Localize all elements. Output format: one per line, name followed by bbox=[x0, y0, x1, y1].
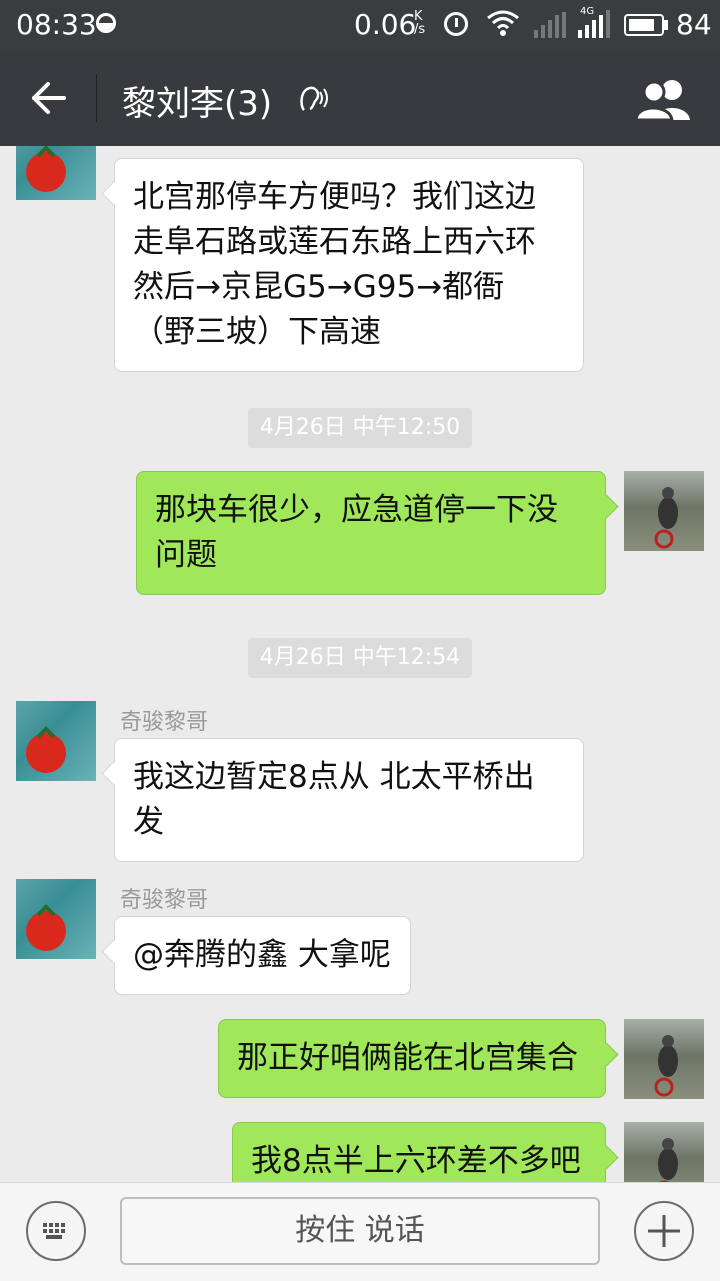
sender-name: 奇骏黎哥 bbox=[120, 710, 209, 735]
alarm-icon bbox=[444, 12, 468, 36]
status-bar: 08:33 0.06 K/s 4G 84 bbox=[0, 0, 720, 50]
network-speed: 0.06 bbox=[354, 8, 417, 41]
header-divider bbox=[96, 74, 97, 122]
chat-title: 黎刘李(3) bbox=[122, 84, 273, 124]
timestamp: 4月26日 中午12:54 bbox=[248, 638, 472, 678]
arrow-left-icon[interactable] bbox=[28, 80, 68, 116]
sender-name: 奇骏黎哥 bbox=[120, 888, 209, 913]
message-bubble[interactable]: 我8点半上六环差不多吧 bbox=[232, 1122, 606, 1182]
status-time: 08:33 bbox=[16, 8, 97, 41]
message-bubble[interactable]: 那正好咱俩能在北宫集合 bbox=[218, 1019, 606, 1098]
do-not-disturb-icon bbox=[96, 13, 116, 33]
plus-icon[interactable] bbox=[634, 1201, 694, 1261]
earpiece-mode-icon bbox=[300, 86, 328, 111]
hold-to-talk-button[interactable]: 按住 说话 bbox=[120, 1197, 600, 1265]
group-members-icon[interactable] bbox=[636, 78, 692, 120]
avatar[interactable] bbox=[624, 1019, 704, 1099]
chat-message-list[interactable]: 北宫那停车方便吗？我们这边走阜石路或莲石东路上西六环然后→京昆G5→G95→都衙… bbox=[0, 146, 720, 1182]
input-bar: 按住 说话 bbox=[0, 1182, 720, 1281]
message-bubble[interactable]: @奔腾的鑫 大拿呢 bbox=[114, 916, 411, 995]
battery-level: 84 bbox=[676, 8, 712, 41]
keyboard-icon[interactable] bbox=[26, 1201, 86, 1261]
message-bubble[interactable]: 我这边暂定8点从 北太平桥出发 bbox=[114, 738, 584, 862]
timestamp: 4月26日 中午12:50 bbox=[248, 408, 472, 448]
message-bubble[interactable]: 那块车很少，应急道停一下没问题 bbox=[136, 471, 606, 595]
avatar[interactable] bbox=[16, 879, 96, 959]
avatar[interactable] bbox=[16, 701, 96, 781]
chat-header: 黎刘李(3) bbox=[0, 50, 720, 146]
signal-sim1-icon bbox=[534, 12, 566, 38]
signal-sim2-icon bbox=[578, 10, 610, 38]
wifi-icon bbox=[487, 10, 519, 36]
avatar[interactable] bbox=[624, 471, 704, 551]
battery-icon bbox=[624, 14, 664, 36]
avatar[interactable] bbox=[16, 146, 96, 200]
message-bubble[interactable]: 北宫那停车方便吗？我们这边走阜石路或莲石东路上西六环然后→京昆G5→G95→都衙… bbox=[114, 158, 584, 372]
network-speed-unit: K/s bbox=[414, 9, 426, 37]
avatar[interactable] bbox=[624, 1122, 704, 1182]
